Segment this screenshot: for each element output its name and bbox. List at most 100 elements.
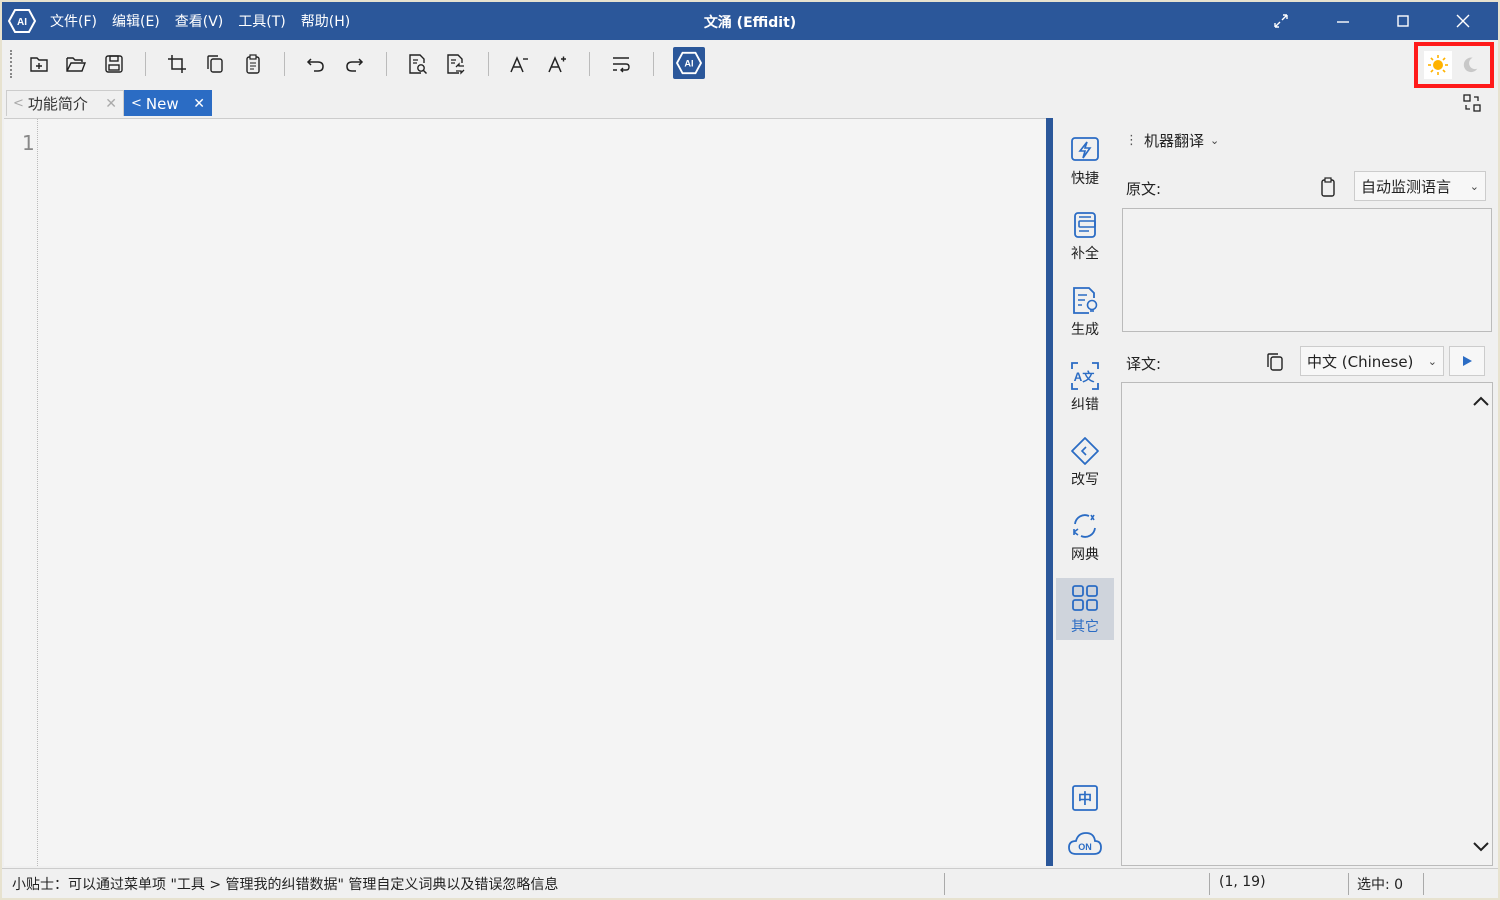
maximize-button[interactable]: [1375, 2, 1431, 40]
redo-button[interactable]: [341, 51, 367, 77]
close-button[interactable]: [1435, 2, 1491, 40]
translation-panel: ⋮ 机器翻译 ⌄ 原文: 自动监测语言 ⌄ 译文: 中文 (Chinese) ⌄: [1117, 118, 1498, 866]
cut-button[interactable]: [164, 51, 190, 77]
chevron-left-icon: <: [13, 96, 24, 111]
cursor-position: (1, 19): [1219, 874, 1266, 890]
chevron-down-icon: ⌄: [1469, 179, 1479, 193]
scroll-down-icon[interactable]: [1470, 835, 1492, 857]
ai-logo-icon: AI: [676, 51, 702, 75]
tab-intro[interactable]: < 功能简介 ✕: [6, 90, 124, 116]
close-tab-icon[interactable]: ✕: [193, 96, 205, 112]
tab-label: 功能简介: [27, 95, 88, 113]
find-icon: [409, 54, 428, 75]
copy-icon: [1267, 353, 1283, 371]
target-label: 译文:: [1126, 355, 1162, 373]
open-file-button[interactable]: [63, 51, 89, 77]
light-theme-button[interactable]: [1424, 51, 1452, 79]
translate-button[interactable]: [1449, 346, 1485, 376]
menu-file[interactable]: 文件(F): [50, 11, 97, 31]
source-text-input[interactable]: [1122, 208, 1492, 332]
toolbar-separator: [284, 52, 285, 76]
tab-new[interactable]: < New ✕: [124, 90, 212, 116]
font-increase-button[interactable]: [544, 51, 570, 77]
svg-text:ON: ON: [1078, 842, 1092, 852]
ai-assistant-button[interactable]: AI: [673, 47, 705, 79]
rail-item-dictionary[interactable]: 网典: [1056, 506, 1114, 568]
status-bar: 小贴士：可以通过菜单项 "工具 > 管理我的纠错数据" 管理自定义词典以及错误忽…: [2, 868, 1498, 898]
text-editor[interactable]: 1: [4, 118, 1046, 866]
font-decrease-button[interactable]: [506, 51, 532, 77]
menu-tools[interactable]: 工具(T): [238, 11, 285, 31]
redo-icon: [346, 58, 364, 72]
toolbar: AI: [2, 40, 1498, 88]
drag-handle-icon: ⋮: [1125, 133, 1138, 148]
rail-item-complete[interactable]: 补全: [1056, 205, 1114, 267]
target-language-select[interactable]: 中文 (Chinese) ⌄: [1300, 346, 1444, 376]
scroll-up-icon[interactable]: [1470, 391, 1492, 413]
close-tab-icon[interactable]: ✕: [105, 96, 117, 112]
svg-text:AI: AI: [17, 17, 27, 28]
source-label: 原文:: [1126, 180, 1162, 198]
lightning-icon: [1071, 137, 1099, 161]
idea-document-icon: [1073, 287, 1098, 314]
chinese-mode-icon: 中: [1072, 785, 1098, 811]
rail-label: 网典: [1071, 547, 1099, 563]
source-language-value: 自动监测语言: [1361, 177, 1452, 196]
menu-edit[interactable]: 编辑(E): [112, 11, 160, 31]
rail-item-generate[interactable]: 生成: [1056, 281, 1114, 343]
status-separator: [1423, 873, 1424, 895]
replace-button[interactable]: [443, 51, 469, 77]
vertical-scrollbar[interactable]: [1470, 383, 1492, 865]
copy-translation-button[interactable]: [1264, 351, 1286, 373]
rail-item-shortcut[interactable]: 快捷: [1056, 130, 1114, 192]
line-number-gutter: 1: [4, 119, 38, 866]
close-icon: [1456, 14, 1470, 28]
diamond-code-icon: [1071, 437, 1099, 465]
paste-button[interactable]: [240, 51, 266, 77]
rail-label: 补全: [1071, 246, 1099, 262]
find-button[interactable]: [405, 51, 431, 77]
status-tip: 小贴士：可以通过菜单项 "工具 > 管理我的纠错数据" 管理自定义词典以及错误忽…: [12, 877, 559, 893]
rail-item-other[interactable]: 其它: [1056, 578, 1114, 640]
app-logo-icon[interactable]: AI: [7, 8, 37, 34]
play-icon: [1463, 356, 1472, 366]
swap-layout-button[interactable]: [1462, 93, 1482, 113]
source-language-select[interactable]: 自动监测语言 ⌄: [1354, 171, 1486, 201]
word-wrap-icon: [613, 57, 630, 73]
translation-output: [1121, 382, 1493, 866]
status-separator: [1209, 873, 1210, 895]
undo-button[interactable]: [303, 51, 329, 77]
word-wrap-button[interactable]: [608, 51, 634, 77]
fullscreen-button[interactable]: [1253, 2, 1309, 40]
paste-icon: [246, 54, 260, 74]
menu-bar: 文件(F) 编辑(E) 查看(V) 工具(T) 帮助(H): [50, 2, 365, 40]
minimize-button[interactable]: [1315, 2, 1371, 40]
copy-button[interactable]: [202, 51, 228, 77]
rail-item-rewrite[interactable]: 改写: [1056, 431, 1114, 493]
dark-theme-button[interactable]: [1456, 51, 1484, 79]
menu-view[interactable]: 查看(V): [175, 11, 224, 31]
toolbar-grip[interactable]: [10, 50, 12, 78]
chinese-mode-button[interactable]: 中: [1056, 778, 1114, 818]
rail-item-correct[interactable]: A文 纠错: [1056, 356, 1114, 418]
paste-source-button[interactable]: [1317, 176, 1339, 198]
new-file-button[interactable]: [26, 51, 52, 77]
grid-icon: [1072, 585, 1098, 611]
replace-icon: [447, 54, 465, 75]
cloud-sync-button[interactable]: ON: [1056, 824, 1114, 864]
title-bar: AI 文件(F) 编辑(E) 查看(V) 工具(T) 帮助(H) 文涌 (Eff…: [2, 2, 1498, 40]
panel-splitter[interactable]: [1046, 118, 1053, 866]
menu-help[interactable]: 帮助(H): [301, 11, 350, 31]
spell-check-icon: A文: [1071, 362, 1099, 390]
document-stack-icon: [1074, 212, 1096, 238]
copy-icon: [207, 55, 223, 73]
cycle-icon: [1073, 514, 1096, 538]
save-icon: [105, 55, 123, 73]
sun-icon: [1428, 55, 1448, 75]
status-separator: [944, 873, 945, 895]
svg-text:AI: AI: [684, 59, 693, 69]
rail-label: 生成: [1071, 322, 1099, 338]
panel-mode-dropdown[interactable]: ⋮ 机器翻译 ⌄: [1125, 130, 1219, 151]
save-button[interactable]: [101, 51, 127, 77]
new-file-icon: [30, 57, 48, 72]
